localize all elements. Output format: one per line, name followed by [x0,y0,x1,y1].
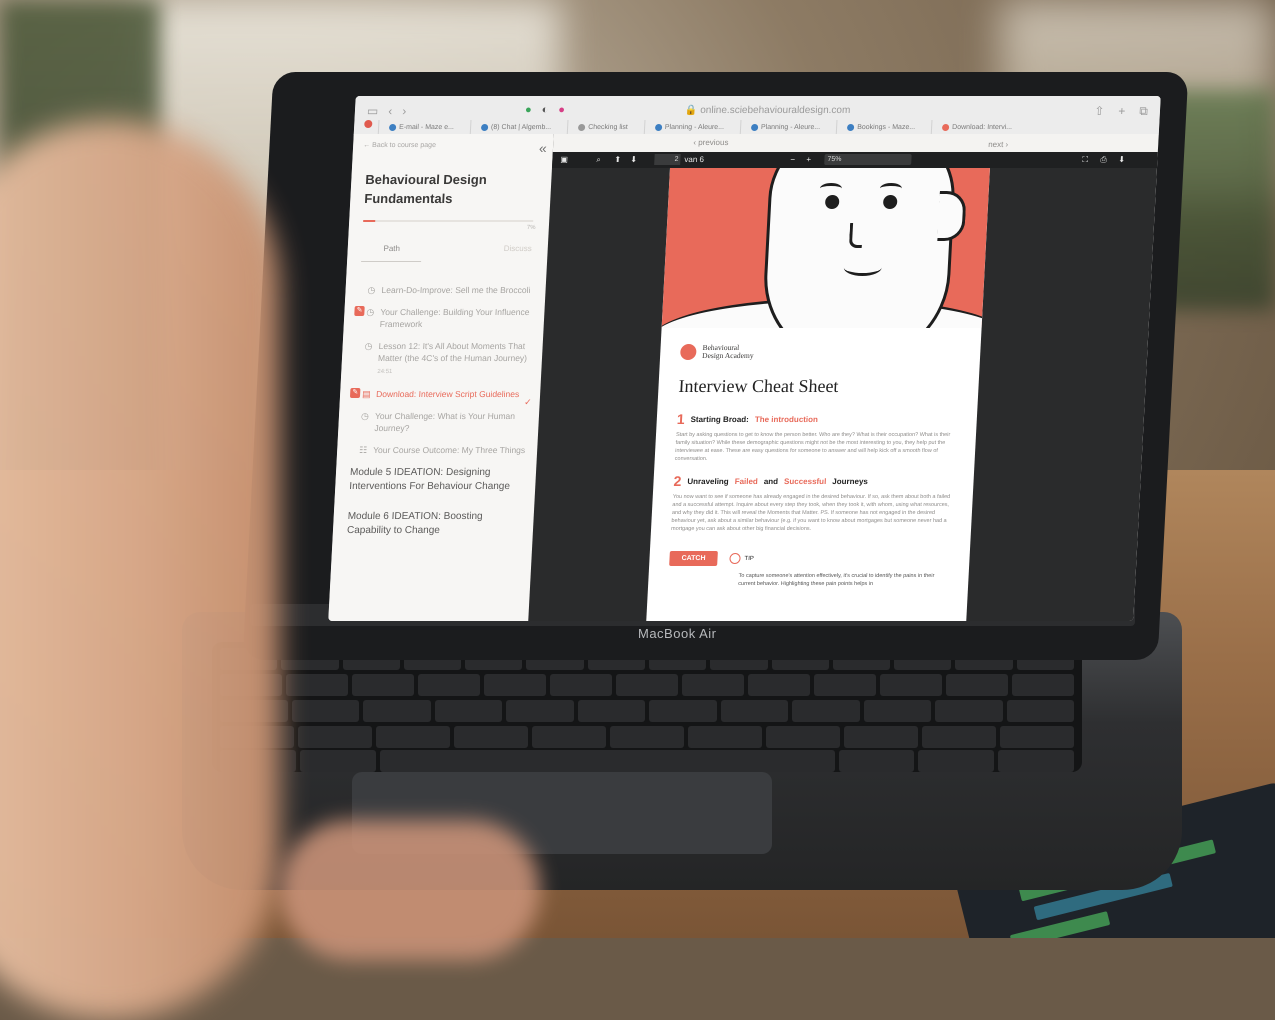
challenge-badge-icon: ✎ [354,306,365,316]
device-brand: MacBook Air [638,626,717,641]
print-icon[interactable]: ⎙ [1100,155,1107,165]
chat-icon [480,123,489,131]
list-icon: ☷ [358,445,368,455]
challenge-badge-icon: ✎ [349,388,361,398]
course-progress-percent: 7% [526,225,536,231]
sidebar-tabs: Path Discuss [361,244,532,262]
lesson-nav: ‹ previous next › [552,134,1159,152]
sidebar-toggle-icon[interactable]: ▣ [560,155,568,164]
browser-tab[interactable]: (8) Chat | Algemb... [469,120,562,134]
planning-icon [654,123,663,131]
browser-tab[interactable]: Planning - Aleure... [739,120,831,134]
browser-tab[interactable]: E-mail - Maze e... [377,120,465,134]
share-icon[interactable]: ⇧ [1094,104,1105,119]
tip-icon [729,553,741,564]
page-total: van 6 [684,155,705,164]
section-heading: 2 Unraveling Failed and Successful Journ… [673,473,869,489]
catch-label: CATCH [669,551,718,566]
pdf-toolbar: ▣ ⌕ ⬆ ⬇ 2 van 6 − + 75% ⛶ ⎙ ⬇ [551,152,1158,168]
document-title: Interview Cheat Sheet [678,376,840,396]
url-text: online.sciebehaviouraldesign.com [699,105,851,116]
module-item[interactable]: Module 5 IDEATION: Designing Interventio… [349,466,528,494]
module-item[interactable]: Module 6 IDEATION: Boosting Capability t… [347,510,526,538]
extension-m-icon[interactable]: ● [558,104,565,116]
person-foreground [0,120,280,1020]
course-progress-bar [363,220,534,222]
checkmark-icon: ✓ [523,397,532,407]
forward-arrow-icon[interactable]: › [402,104,407,118]
browser-tab-active[interactable]: Download: Intervi... [930,120,1023,134]
browser-tab[interactable]: Planning - Aleure... [643,120,735,134]
download-icon [941,123,950,131]
play-icon: ◷ [364,341,373,351]
lesson-item-active[interactable]: ✎ ▤ Download: Interview Script Guideline… [349,388,533,407]
tab-path[interactable]: Path [361,244,423,262]
pdf-body: Behavioural Design Academy Interview Che… [668,343,961,588]
zoom-out-icon[interactable]: − [790,155,795,164]
zoom-select[interactable]: 75% [824,154,912,165]
bookings-icon [846,123,855,131]
section-text: You now want to see if someone has alrea… [670,494,951,532]
page-content: ← Back to course page « Behavioural Desi… [328,134,1159,621]
search-icon[interactable]: ⌕ [596,155,601,165]
download-icon[interactable]: ⬇ [1118,155,1125,164]
lesson-duration: 24:51 [377,369,393,375]
laptop: MacBook Air ▭ ‹ › ● ◐ ● 🔒 online.sciebeh… [0,0,1275,1020]
browser-tab[interactable]: Checking list [566,120,639,134]
tab-discuss[interactable]: Discuss [503,244,532,262]
page-number-input[interactable]: 2 [654,154,681,165]
tab-strip: E-mail - Maze e... (8) Chat | Algemb... … [354,120,1160,134]
collapse-sidebar-icon[interactable]: « [539,140,548,156]
logo-mark-icon [679,344,697,360]
tip-text: To capture someone's attention effective… [738,573,935,587]
section-heading: 1 Starting Broad: The introduction [676,411,819,427]
clock-icon: ◷ [360,411,370,421]
close-window-icon[interactable] [364,120,373,128]
course-title: Behavioural Design Fundamentals [363,172,488,206]
tip-row: CATCH TIP [669,551,950,566]
previous-link[interactable]: ‹ previous [693,138,729,147]
back-to-course-link[interactable]: ← Back to course page [363,142,436,149]
browser-tab[interactable]: Bookings - Maze... [835,120,926,134]
tip-label: TIP [729,553,754,564]
pdf-page: Behavioural Design Academy Interview Che… [646,168,990,621]
zoom-in-icon[interactable]: + [806,155,811,164]
pdf-viewer: ‹ previous next › ▣ ⌕ ⬆ ⬇ 2 van 6 − + 75… [528,134,1159,621]
lesson-item[interactable]: ✎ ◷ Your Challenge: Building Your Influe… [354,306,536,330]
lesson-item[interactable]: ◷ Learn-Do-Improve: Sell me the Broccoli [359,284,538,296]
page-up-icon[interactable]: ⬆ [614,155,621,164]
tab-overview-icon[interactable]: ⧉ [1139,104,1148,119]
lesson-item[interactable]: ☷ Your Course Outcome: My Three Things [351,444,530,456]
extension-leaf-icon[interactable]: ● [525,104,532,116]
academy-logo: Behavioural Design Academy [679,343,961,360]
lesson-item[interactable]: ◷ Lesson 12: It's All About Moments That… [355,340,535,378]
face-illustration [759,168,967,328]
hand-foreground [280,820,540,960]
lock-icon: 🔒 [684,105,698,116]
back-arrow-icon[interactable]: ‹ [388,104,393,118]
new-tab-icon[interactable]: + [1118,104,1126,119]
planning-icon [750,123,759,131]
page-down-icon[interactable]: ⬇ [630,155,637,164]
course-progress-fill [363,220,376,222]
browser-toolbar: ▭ ‹ › ● ◐ ● 🔒 online.sciebehaviouraldesi… [353,96,1161,135]
checklist-icon [577,123,586,131]
course-sidebar: ← Back to course page « Behavioural Desi… [328,134,555,621]
laptop-screen: ▭ ‹ › ● ◐ ● 🔒 online.sciebehaviouraldesi… [328,96,1161,621]
clock-icon: ◷ [366,307,375,317]
address-bar[interactable]: 🔒 online.sciebehaviouraldesign.com [685,105,851,116]
fullscreen-icon[interactable]: ⛶ [1082,155,1088,165]
clock-icon: ◷ [367,285,376,295]
lesson-item[interactable]: ◷ Your Challenge: What is Your Human Jou… [352,410,531,434]
sidebar-toggle-icon[interactable]: ▭ [367,104,379,118]
document-icon: ▤ [361,389,371,399]
section-text: Start by asking questions to get to know… [674,432,951,462]
mail-icon [388,123,397,131]
next-link[interactable]: next › [988,140,1008,149]
lesson-list: ◷ Learn-Do-Improve: Sell me the Broccoli… [346,284,538,554]
extension-moon-icon[interactable]: ◐ [541,104,548,116]
keyboard [212,642,1082,772]
hero-illustration [661,168,990,328]
